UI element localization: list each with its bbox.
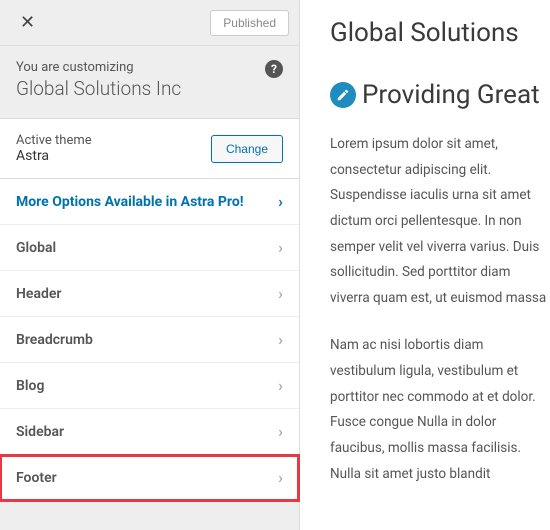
menu-item-breadcrumb[interactable]: Breadcrumb › xyxy=(0,317,299,363)
preview-paragraph: Lorem ipsum dolor sit amet, consectetur … xyxy=(330,132,550,311)
menu-item-label: Global xyxy=(16,240,278,256)
chevron-right-icon: › xyxy=(278,330,283,349)
chevron-right-icon: › xyxy=(278,468,283,487)
customizing-label: You are customizing xyxy=(16,60,283,75)
active-theme-name: Astra xyxy=(16,148,211,164)
chevron-right-icon: › xyxy=(278,284,283,303)
preview-heading-row: Providing Great xyxy=(330,80,550,110)
edit-icon[interactable] xyxy=(330,82,356,108)
menu-item-label: Blog xyxy=(16,378,278,394)
preview-paragraph: Nam ac nisi lobortis diam vestibulum lig… xyxy=(330,333,550,487)
customizing-block: You are customizing Global Solutions Inc… xyxy=(0,46,299,119)
preview-pane: Global Solutions Providing Great Lorem i… xyxy=(300,0,550,530)
close-icon[interactable]: ✕ xyxy=(10,6,45,39)
menu-item-footer[interactable]: Footer › xyxy=(0,455,299,501)
menu-item-label: Breadcrumb xyxy=(16,332,278,348)
chevron-right-icon: › xyxy=(278,192,283,211)
menu-item-blog[interactable]: Blog › xyxy=(0,363,299,409)
menu-item-astra-pro[interactable]: More Options Available in Astra Pro! › xyxy=(0,179,299,225)
chevron-right-icon: › xyxy=(278,376,283,395)
help-icon[interactable]: ? xyxy=(265,60,283,78)
menu-item-global[interactable]: Global › xyxy=(0,225,299,271)
preview-site-name: Global Solutions xyxy=(330,18,550,48)
chevron-right-icon: › xyxy=(278,238,283,257)
menu-item-label: Header xyxy=(16,286,278,302)
menu-item-label: Footer xyxy=(16,470,278,486)
customizer-sidebar: ✕ Published You are customizing Global S… xyxy=(0,0,300,530)
change-theme-button[interactable]: Change xyxy=(211,135,283,163)
customizer-menu: More Options Available in Astra Pro! › G… xyxy=(0,179,299,501)
published-button[interactable]: Published xyxy=(210,10,289,36)
active-theme-label: Active theme xyxy=(16,133,211,148)
chevron-right-icon: › xyxy=(278,422,283,441)
menu-item-label: More Options Available in Astra Pro! xyxy=(16,194,278,210)
preview-heading: Providing Great xyxy=(362,80,540,110)
menu-item-label: Sidebar xyxy=(16,424,278,440)
active-theme-block: Active theme Astra Change xyxy=(0,119,299,179)
top-bar: ✕ Published xyxy=(0,0,299,46)
menu-item-sidebar[interactable]: Sidebar › xyxy=(0,409,299,455)
menu-item-header[interactable]: Header › xyxy=(0,271,299,317)
site-title: Global Solutions Inc xyxy=(16,77,283,100)
